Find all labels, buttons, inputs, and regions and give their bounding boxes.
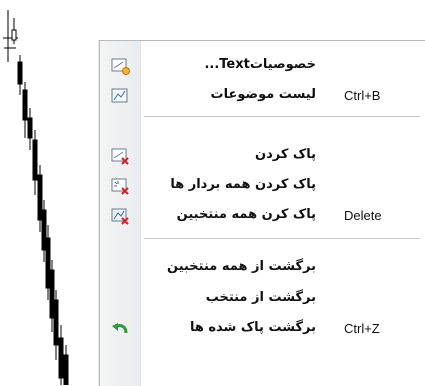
properties-icon <box>111 57 130 75</box>
menu-item-label: پاک کردن همه بردار ها <box>170 177 316 192</box>
menu-item-label: لیست موضوعات <box>210 87 316 102</box>
menu-item-undo-selected[interactable]: برگشت از منتخب <box>100 284 425 314</box>
menu-item-shortcut: Ctrl+B <box>344 88 381 103</box>
menu-item-shortcut: Delete <box>344 208 382 223</box>
menu-separator <box>144 116 420 117</box>
menu-item-label: خصوصیاتText... <box>204 57 316 72</box>
menu-item-objects-list[interactable]: لیست موضوعات Ctrl+B <box>100 81 425 111</box>
undo-icon <box>111 320 130 338</box>
delete-selected-icon <box>111 207 130 225</box>
context-menu: خصوصیاتText... لیست موضوعات Ctrl+B پاک ک… <box>99 40 425 386</box>
menu-item-undo-all-selected[interactable]: برگشت از همه منتخبین <box>100 253 425 283</box>
price-chart <box>3 10 69 385</box>
menu-separator <box>144 238 420 239</box>
menu-item-label: پاک کردن <box>254 147 316 162</box>
menu-item-shortcut: Ctrl+Z <box>344 321 380 336</box>
menu-item-delete-all-arrows[interactable]: پاک کردن همه بردار ها <box>100 171 425 201</box>
menu-item-undo-deleted[interactable]: برگشت پاک شده ها Ctrl+Z <box>100 314 425 344</box>
menu-item-label: برگشت از منتخب <box>205 290 316 305</box>
menu-item-label: برگشت پاک شده ها <box>189 320 316 335</box>
objects-list-icon <box>111 87 130 105</box>
menu-item-label: پاک کرن همه منتخبین <box>176 207 316 222</box>
menu-item-properties[interactable]: خصوصیاتText... <box>100 51 425 81</box>
menu-item-delete-selected[interactable]: پاک کرن همه منتخبین Delete <box>100 201 425 231</box>
menu-item-delete[interactable]: پاک کردن <box>100 141 425 171</box>
delete-icon <box>111 147 130 165</box>
menu-item-label: برگشت از همه منتخبین <box>167 259 316 274</box>
delete-all-arrows-icon <box>111 177 130 195</box>
